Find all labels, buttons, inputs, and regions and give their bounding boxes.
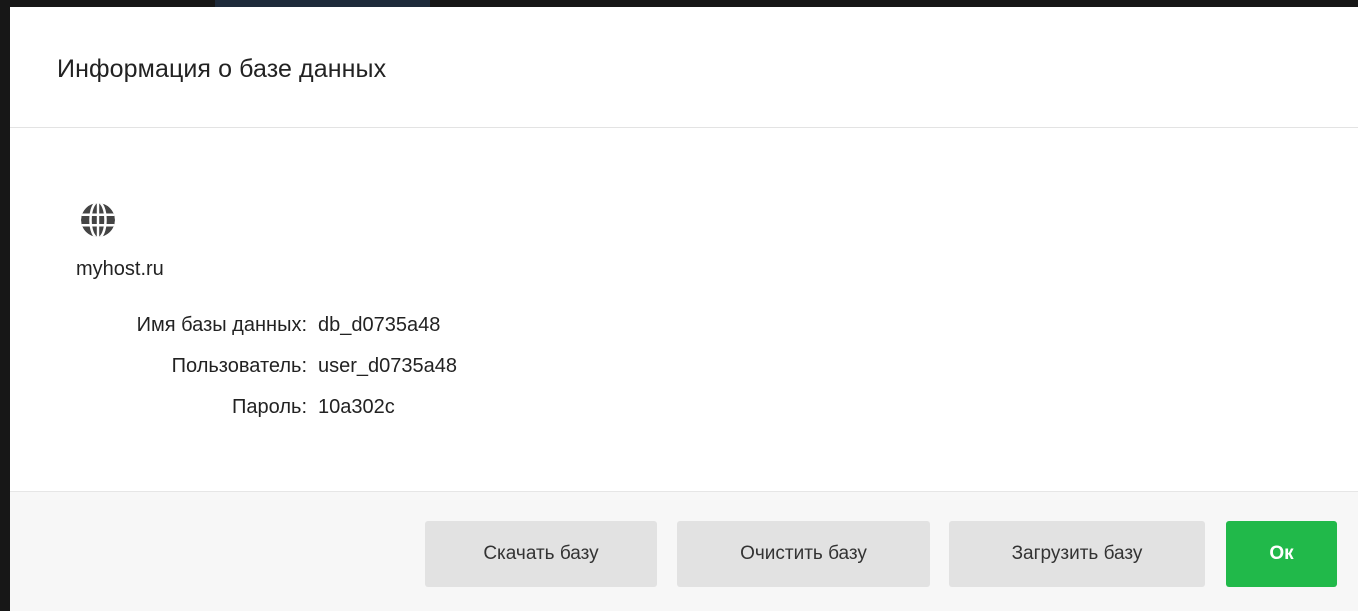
database-info-table: Имя базы данных: db_d0735a48 Пользовател… [76,305,457,428]
user-label: Пользователь: [171,355,307,377]
dialog-title: Информация о базе данных [57,55,387,83]
password-label: Пароль: [232,396,307,418]
host-name: myhost.ru [76,258,164,280]
database-info-dialog: Информация о базе данных myhost.ru Имя б… [10,7,1358,611]
dbname-value: db_d0735a48 [318,314,441,336]
password-value: 10a302c [318,396,395,418]
dialog-header: Информация о базе данных [10,7,1358,128]
upload-database-button[interactable]: Загрузить базу [949,521,1205,587]
dialog-footer: Скачать базу Очистить базу Загрузить баз… [10,491,1358,611]
info-row-password: Пароль: 10a302c [76,387,457,428]
dbname-label: Имя базы данных: [136,314,307,336]
info-row-dbname: Имя базы данных: db_d0735a48 [76,305,457,346]
download-database-button[interactable]: Скачать базу [425,521,657,587]
info-row-user: Пользователь: user_d0735a48 [76,346,457,387]
dialog-body: myhost.ru Имя базы данных: db_d0735a48 П… [10,128,1358,491]
clear-database-button[interactable]: Очистить базу [677,521,930,587]
ok-button[interactable]: Ок [1226,521,1337,587]
globe-icon [80,202,116,238]
user-value: user_d0735a48 [318,355,458,377]
